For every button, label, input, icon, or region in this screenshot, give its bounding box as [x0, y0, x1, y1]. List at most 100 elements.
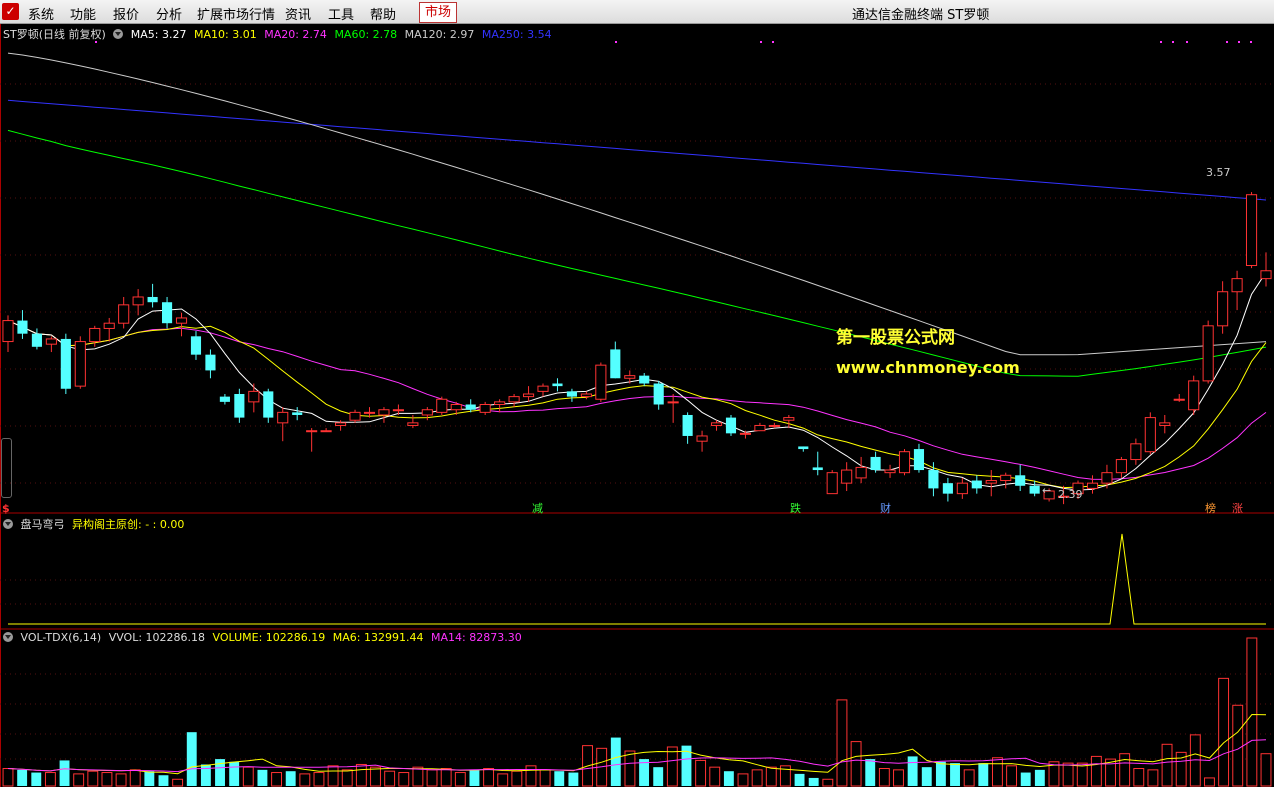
- candle-body-up: [132, 296, 144, 306]
- signal-dot: [615, 41, 617, 43]
- volume-bar-up: [242, 766, 254, 787]
- menu-extended-market[interactable]: 扩展市场行情: [197, 4, 275, 23]
- menu-analysis[interactable]: 分析: [156, 4, 182, 23]
- volume-bar-down: [653, 767, 664, 786]
- stock-title: ST罗顿(日线 前复权): [3, 28, 106, 41]
- event-marker-rise[interactable]: 涨: [1232, 500, 1243, 516]
- candle-body-up: [175, 317, 188, 324]
- volume-bar-up: [1246, 637, 1258, 787]
- volume-bar-down: [1034, 769, 1045, 786]
- event-marker-list[interactable]: 榜: [1205, 500, 1216, 516]
- volume-bar-up: [73, 773, 85, 787]
- watermark-url: www.chnmoney.com: [836, 358, 1020, 377]
- market-button[interactable]: 市场: [419, 2, 457, 23]
- candle-body-up: [522, 393, 535, 398]
- indicator-formula-label: 异构阁主原创: - : 0.00: [72, 518, 185, 531]
- candle-body-up: [363, 411, 376, 414]
- menu-function[interactable]: 功能: [70, 4, 96, 23]
- signal-dot: [1226, 41, 1228, 43]
- candle-body-up: [739, 432, 752, 435]
- volume-bar-up: [483, 768, 495, 787]
- volume-bar-up: [1232, 704, 1244, 787]
- candle-body-up: [624, 375, 636, 379]
- menu-news[interactable]: 资讯: [285, 4, 311, 23]
- candle-body-down: [292, 412, 303, 415]
- watermark-title: 第一股票公式网: [836, 328, 955, 348]
- volume-bar-down: [229, 761, 240, 786]
- volume-bar-up: [1090, 755, 1102, 787]
- ma250-label: MA250: 3.54: [481, 28, 552, 41]
- candle-body-up: [349, 411, 361, 421]
- volume-bar-up: [1006, 765, 1018, 787]
- main-panel-header: ST罗顿(日线 前复权) MA5: 3.27 MA10: 3.01 MA20: …: [3, 26, 552, 42]
- app-logo-icon[interactable]: ✓: [2, 3, 19, 20]
- candle-body-up: [450, 403, 462, 411]
- candle-body-up: [1000, 474, 1012, 482]
- candle-body-up: [710, 422, 723, 426]
- window-title: 通达信金融终端 ST罗顿: [852, 8, 990, 23]
- volume-bar-up: [271, 772, 283, 787]
- candle-body-up: [1217, 291, 1229, 327]
- chevron-down-icon[interactable]: [3, 519, 13, 529]
- menu-system[interactable]: 系统: [28, 4, 54, 23]
- candle-body-up: [537, 385, 549, 392]
- chevron-down-icon[interactable]: [3, 632, 13, 642]
- volume-bar-up: [398, 772, 410, 787]
- candle-body-down: [870, 456, 881, 471]
- volume-bar-up: [384, 770, 396, 787]
- volume-bar-up: [2, 768, 14, 787]
- volume-label: VOLUME: 102286.19: [212, 631, 326, 644]
- volume-bar-up: [511, 770, 523, 787]
- volume-bar-down: [59, 760, 70, 786]
- volume-bar-up: [129, 769, 141, 787]
- candle-body-up: [1260, 270, 1272, 280]
- candle-body-down: [219, 396, 230, 402]
- volume-bar-down: [1020, 772, 1031, 786]
- candle-body-up: [1245, 194, 1258, 267]
- event-marker-finance[interactable]: 财: [880, 500, 891, 516]
- event-marker-fall[interactable]: 跌: [790, 500, 801, 516]
- volume-bar-down: [610, 737, 621, 786]
- low-arrow-icon: ←: [1042, 484, 1052, 497]
- candle-body-up: [667, 401, 679, 404]
- candle-body-down: [552, 383, 563, 387]
- signal-dot: [1186, 41, 1188, 43]
- candle-body-down: [725, 417, 737, 434]
- candle-body-up: [407, 422, 419, 426]
- volume-bar-down: [808, 777, 819, 786]
- menu-quote[interactable]: 报价: [113, 4, 139, 23]
- candle-body-up: [320, 430, 332, 433]
- candle-body-up: [985, 480, 997, 484]
- volume-bar-up: [299, 773, 311, 787]
- menu-tools[interactable]: 工具: [328, 4, 354, 23]
- volume-bar-up: [313, 772, 325, 787]
- candle-body-down: [913, 449, 925, 471]
- volume-bar-up: [1062, 762, 1074, 787]
- candle-body-up: [392, 409, 404, 412]
- volume-bar-up: [893, 769, 904, 787]
- volume-bar-up: [525, 765, 537, 787]
- candle-body-down: [465, 404, 476, 410]
- volume-bar-down: [921, 767, 932, 786]
- volume-bar-up: [454, 772, 466, 787]
- volume-panel-header: VOL-TDX(6,14) VVOL: 102286.18 VOLUME: 10…: [3, 631, 522, 644]
- candle-body-down: [190, 336, 202, 355]
- candle-body-up: [421, 409, 433, 416]
- panel-scroll-handle[interactable]: [1, 438, 12, 498]
- menu-help[interactable]: 帮助: [370, 4, 396, 23]
- signal-dot: [760, 41, 762, 43]
- candle-body-down: [682, 414, 693, 436]
- chevron-down-icon[interactable]: [113, 29, 124, 39]
- volume-bar-down: [950, 763, 960, 786]
- event-marker-reduce[interactable]: 减: [532, 500, 543, 516]
- volume-bar-up: [1147, 769, 1159, 787]
- candle-body-up: [277, 411, 289, 424]
- candle-body-up: [1086, 482, 1099, 489]
- signal-dot: [1160, 41, 1162, 43]
- chart-area[interactable]: [0, 24, 1274, 787]
- volume-bar-up: [370, 766, 381, 787]
- candle-body-up: [1115, 459, 1127, 474]
- low-price-label: 2.39: [1058, 488, 1083, 501]
- volume-bar-up: [539, 769, 551, 787]
- candle-body-up: [479, 403, 491, 413]
